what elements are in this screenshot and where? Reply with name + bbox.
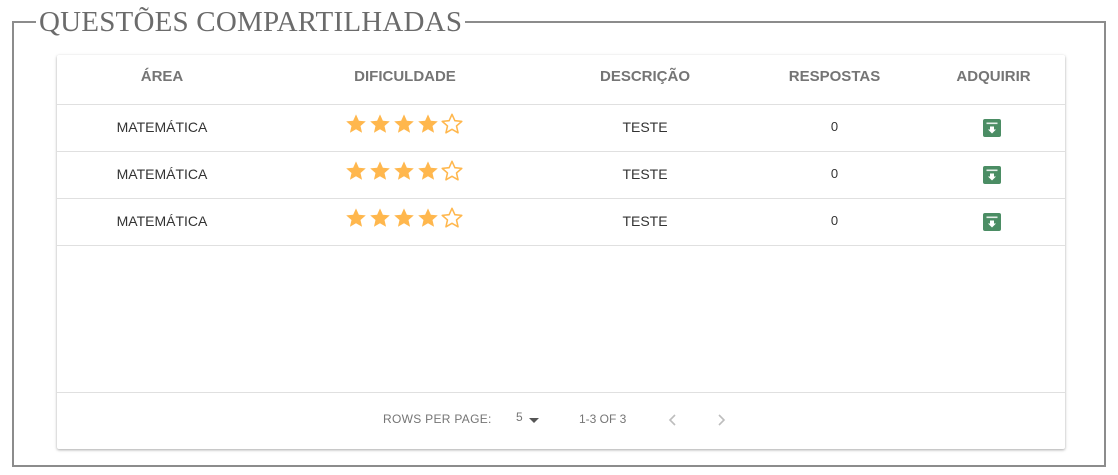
star-outline-icon [441,160,463,181]
caret-down-icon[interactable] [529,418,539,424]
star-filled-icon [418,161,438,180]
header-area[interactable]: ÁREA [57,55,267,104]
difficulty-rating [267,199,543,245]
description-cell: TESTE [622,166,668,182]
header-adquirir[interactable]: ADQUIRIR [922,55,1065,104]
star-filled-icon [370,114,390,133]
table-row: MATEMÁTICA TESTE 0 [57,152,1065,199]
star-filled-icon [346,114,366,133]
star-rating [345,152,465,198]
table-pagination: ROWS PER PAGE: 5 1-3 OF 3 [57,392,1065,450]
star-outline-icon [441,113,463,134]
star-filled-icon [370,161,390,180]
star-filled-icon [394,161,414,180]
questions-table: ÁREA DIFICULDADE DESCRIÇÃO RESPOSTAS ADQ… [57,55,1065,449]
acquire-button[interactable] [983,213,1001,231]
answers-count: 0 [830,166,839,181]
star-filled-icon [346,208,366,227]
description-cell: TESTE [622,119,668,135]
acquire-button[interactable] [983,166,1001,184]
answers-count: 0 [830,119,839,134]
chevron-right-icon[interactable] [714,413,728,427]
download-icon [986,122,998,134]
acquire-button[interactable] [983,119,1001,137]
star-rating [345,199,465,245]
table-header: ÁREA DIFICULDADE DESCRIÇÃO RESPOSTAS ADQ… [57,55,1065,105]
header-descricao[interactable]: DESCRIÇÃO [543,55,747,104]
area-cell: MATEMÁTICA [116,166,208,182]
header-respostas[interactable]: RESPOSTAS [747,55,922,104]
download-icon [986,169,998,181]
star-outline-icon [441,207,463,228]
answers-count: 0 [830,213,839,228]
star-filled-icon [346,161,366,180]
table-row: MATEMÁTICA TESTE 0 [57,105,1065,152]
star-filled-icon [418,208,438,227]
rows-per-page-select[interactable]: 5 [516,410,523,424]
panel-title: QUESTÕES COMPARTILHADAS [36,4,466,40]
area-cell: MATEMÁTICA [116,119,208,135]
difficulty-rating [267,105,543,151]
table-row: MATEMÁTICA TESTE 0 [57,199,1065,246]
chevron-left-icon[interactable] [666,413,680,427]
star-filled-icon [394,208,414,227]
header-dificuldade[interactable]: DIFICULDADE [267,55,543,104]
description-cell: TESTE [622,213,668,229]
star-filled-icon [418,114,438,133]
page-range: 1-3 OF 3 [579,412,627,426]
star-filled-icon [370,208,390,227]
star-filled-icon [394,114,414,133]
area-cell: MATEMÁTICA [116,213,208,229]
rows-per-page-label: ROWS PER PAGE: [383,412,492,426]
download-icon [986,216,998,228]
star-rating [345,105,465,151]
difficulty-rating [267,152,543,198]
